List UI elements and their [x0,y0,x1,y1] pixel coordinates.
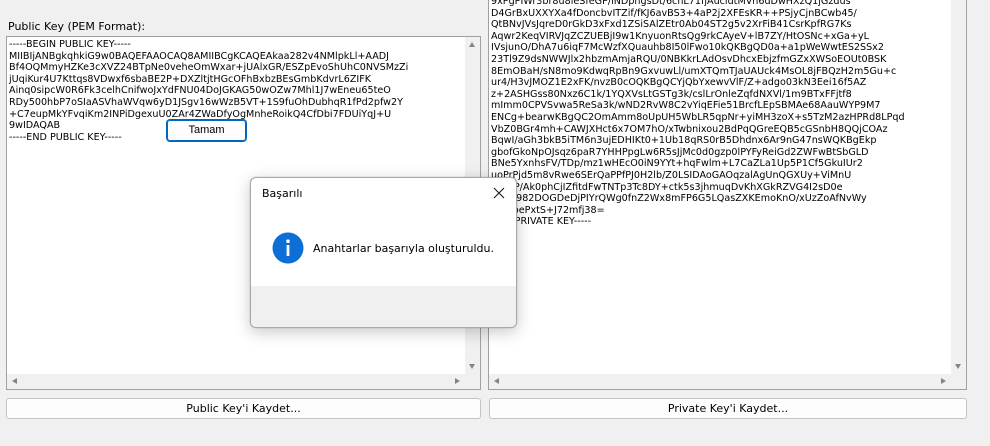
dialog-footer [251,286,516,327]
dialog-message: Anahtarlar başarıyla oluşturuldu. [313,242,494,255]
close-icon[interactable] [492,186,506,200]
public-key-label: Public Key (PEM Format): [8,20,146,33]
scrollbar-corner [465,374,480,389]
private-key-text: 9xPgPIWr3br8u8leSfeGP/iNDphgsDt/6chL71fj… [491,0,905,228]
scroll-left-icon[interactable] [494,378,499,384]
private-key-horizontal-scrollbar[interactable] [489,374,951,389]
public-key-horizontal-scrollbar[interactable] [7,374,465,389]
scroll-left-icon[interactable] [12,378,17,384]
scrollbar-corner [951,374,966,389]
ok-button[interactable]: Tamam [166,119,247,142]
scroll-up-icon[interactable] [469,42,475,47]
scroll-right-icon[interactable] [941,378,946,384]
success-dialog: Başarılı Anahtarlar başarıyla oluşturuld… [250,177,517,328]
scroll-right-icon[interactable] [455,378,460,384]
dialog-title: Başarılı [262,187,303,200]
save-public-key-button[interactable]: Public Key'i Kaydet... [6,398,481,419]
private-key-textbox[interactable]: 9xPgPIWr3br8u8leSfeGP/iNDphgsDt/6chL71fj… [488,0,967,390]
info-icon [272,232,304,264]
save-private-key-button[interactable]: Private Key'i Kaydet... [489,398,967,419]
scroll-down-icon[interactable] [469,364,475,369]
private-key-vertical-scrollbar[interactable] [951,0,966,374]
scroll-down-icon[interactable] [955,364,961,369]
